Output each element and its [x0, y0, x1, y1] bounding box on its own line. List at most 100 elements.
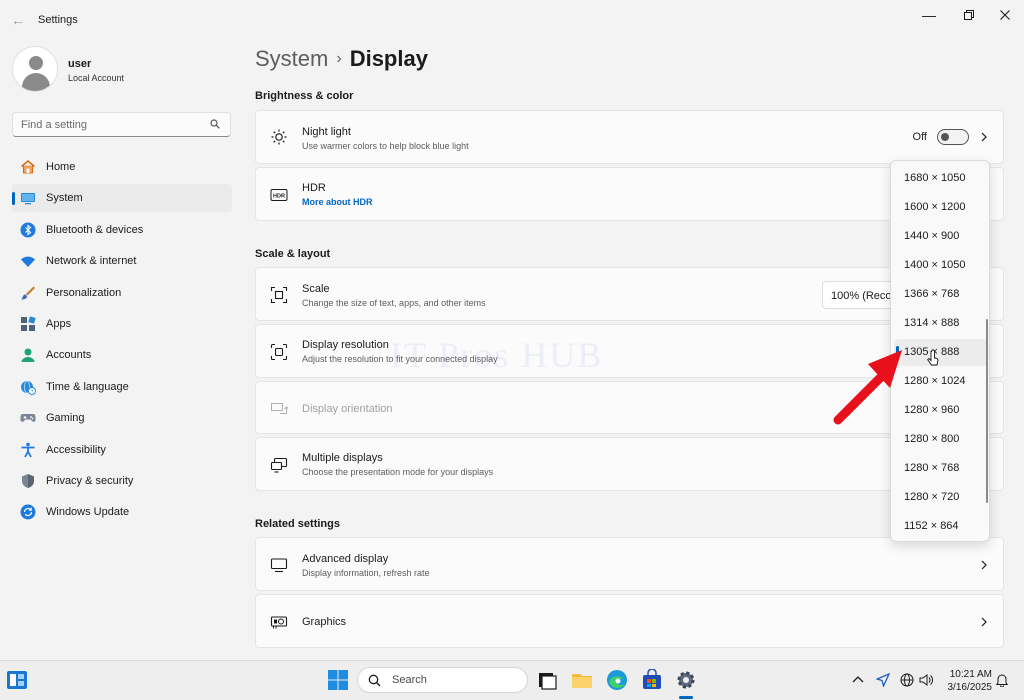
sidebar-item-label: Accounts	[46, 349, 92, 362]
watermark: IT Pros HUB	[390, 335, 604, 375]
resolution-option[interactable]: 1280 × 800	[894, 426, 988, 453]
notification-bell-icon[interactable]	[995, 673, 1009, 687]
resolution-option[interactable]: 1152 × 864	[894, 513, 988, 540]
graphics-title: Graphics	[302, 616, 347, 628]
scale-icon	[270, 286, 288, 304]
active-app-indicator	[679, 696, 693, 699]
multiple-displays-icon	[270, 457, 288, 473]
home-icon	[21, 160, 35, 174]
task-view-icon[interactable]	[536, 669, 558, 691]
section-scale-layout: Scale & layout	[255, 248, 331, 260]
resolution-option[interactable]: 1400 × 1050	[894, 252, 988, 279]
user-name: user	[68, 58, 92, 70]
sidebar-item-label: Windows Update	[46, 506, 130, 519]
night-light-toggle[interactable]	[937, 129, 969, 145]
sidebar-item-personalization[interactable]: Personalization	[12, 279, 232, 307]
sidebar-item-label: Privacy & security	[46, 474, 134, 487]
system-clock[interactable]: 10:21 AM 3/16/2025	[940, 668, 993, 694]
back-arrow-icon[interactable]: ←	[8, 10, 28, 30]
volume-icon[interactable]	[919, 673, 933, 687]
sidebar-item-apps[interactable]: Apps	[12, 310, 232, 338]
edge-browser-icon[interactable]	[606, 669, 628, 691]
night-light-title: Night light	[302, 126, 351, 138]
scale-subtitle: Change the size of text, apps, and other…	[302, 298, 486, 308]
section-brightness-color: Brightness & color	[255, 90, 354, 102]
resolution-option[interactable]: 1280 × 768	[894, 455, 988, 482]
microsoft-store-icon[interactable]	[641, 669, 663, 691]
sidebar-item-accounts[interactable]: Accounts	[12, 341, 232, 369]
search-icon	[210, 119, 220, 129]
gamepad-icon	[20, 414, 36, 422]
restore-icon	[964, 10, 974, 20]
mouse-cursor-icon	[927, 350, 939, 366]
breadcrumb-separator: ›	[336, 50, 342, 67]
resolution-option[interactable]: 1314 × 888	[894, 310, 988, 337]
chevron-right-icon	[981, 132, 987, 142]
apps-icon	[21, 316, 36, 331]
more-about-hdr-link[interactable]: More about HDR	[302, 197, 373, 207]
clock-time: 10:21 AM	[949, 669, 992, 680]
settings-gear-icon[interactable]	[675, 669, 697, 691]
sidebar-item-bluetooth[interactable]: Bluetooth & devices	[12, 216, 232, 244]
file-explorer-icon[interactable]	[571, 669, 593, 691]
resolution-option[interactable]: 1280 × 720	[894, 484, 988, 511]
resolution-option[interactable]: 1680 × 1050	[894, 165, 988, 192]
minimize-button[interactable]: —	[912, 4, 946, 26]
start-windows-icon[interactable]	[327, 669, 349, 691]
display-orientation-title: Display orientation	[302, 403, 393, 415]
multiple-displays-subtitle: Choose the presentation mode for your di…	[302, 467, 494, 477]
taskbar-search[interactable]: Search	[357, 667, 528, 693]
night-light-state: Off	[912, 131, 927, 143]
widgets-icon[interactable]	[6, 669, 28, 691]
multiple-displays-title: Multiple displays	[302, 452, 383, 464]
sidebar-item-time-language[interactable]: Time & language	[12, 373, 232, 401]
accessibility-icon	[21, 442, 35, 457]
sidebar-item-label: Bluetooth & devices	[46, 223, 144, 236]
chevron-up-icon[interactable]	[851, 673, 865, 687]
sidebar-nav: Home System Bluetooth & devices Network …	[12, 153, 232, 530]
display-resolution-title: Display resolution	[302, 339, 389, 351]
advanced-display-card[interactable]: Advanced display Display information, re…	[255, 537, 1004, 591]
restore-button[interactable]	[952, 4, 986, 26]
location-arrow-icon[interactable]	[876, 673, 890, 687]
hdr-icon: HDR	[270, 189, 288, 201]
system-icon	[21, 193, 35, 205]
sidebar-item-home[interactable]: Home	[12, 153, 232, 181]
language-globe-icon[interactable]	[900, 673, 914, 687]
dropdown-scrollbar[interactable]	[986, 319, 988, 503]
sidebar-item-network[interactable]: Network & internet	[12, 247, 232, 275]
bluetooth-icon	[20, 222, 36, 238]
brush-icon	[21, 286, 35, 300]
sidebar-item-system[interactable]: System	[12, 184, 232, 213]
wifi-icon	[21, 256, 35, 268]
resolution-option[interactable]: 1600 × 1200	[894, 194, 988, 221]
orientation-icon	[271, 403, 288, 414]
search-placeholder: Find a setting	[21, 119, 88, 131]
breadcrumb: System › Display	[255, 46, 428, 72]
sidebar-item-accessibility[interactable]: Accessibility	[12, 436, 232, 464]
page-title: Display	[349, 46, 428, 71]
annotation-arrow-icon	[833, 350, 902, 425]
sidebar-item-label: System	[46, 192, 83, 205]
graphics-card[interactable]: Graphics	[255, 594, 1004, 648]
breadcrumb-system[interactable]: System	[255, 46, 328, 71]
night-light-card[interactable]: Night light Use warmer colors to help bl…	[255, 110, 1004, 164]
user-card[interactable]: user Local Account	[12, 46, 232, 92]
graphics-card-icon	[270, 616, 288, 629]
avatar	[12, 46, 58, 92]
sidebar-item-label: Time & language	[46, 380, 129, 393]
sidebar-item-gaming[interactable]: Gaming	[12, 404, 232, 432]
sidebar-item-label: Home	[46, 161, 76, 173]
close-button[interactable]	[988, 4, 1022, 26]
find-setting-input[interactable]: Find a setting	[12, 112, 231, 137]
resolution-option[interactable]: 1366 × 768	[894, 281, 988, 308]
sidebar-item-label: Gaming	[46, 412, 85, 425]
sidebar-item-windows-update[interactable]: Windows Update	[12, 498, 232, 526]
window-title: Settings	[38, 14, 78, 26]
resolution-icon	[270, 343, 288, 361]
advanced-display-title: Advanced display	[302, 553, 389, 565]
advanced-display-subtitle: Display information, refresh rate	[302, 568, 430, 578]
clock-date: 3/16/2025	[947, 682, 993, 693]
resolution-option[interactable]: 1440 × 900	[894, 223, 988, 250]
sidebar-item-privacy[interactable]: Privacy & security	[12, 467, 232, 495]
